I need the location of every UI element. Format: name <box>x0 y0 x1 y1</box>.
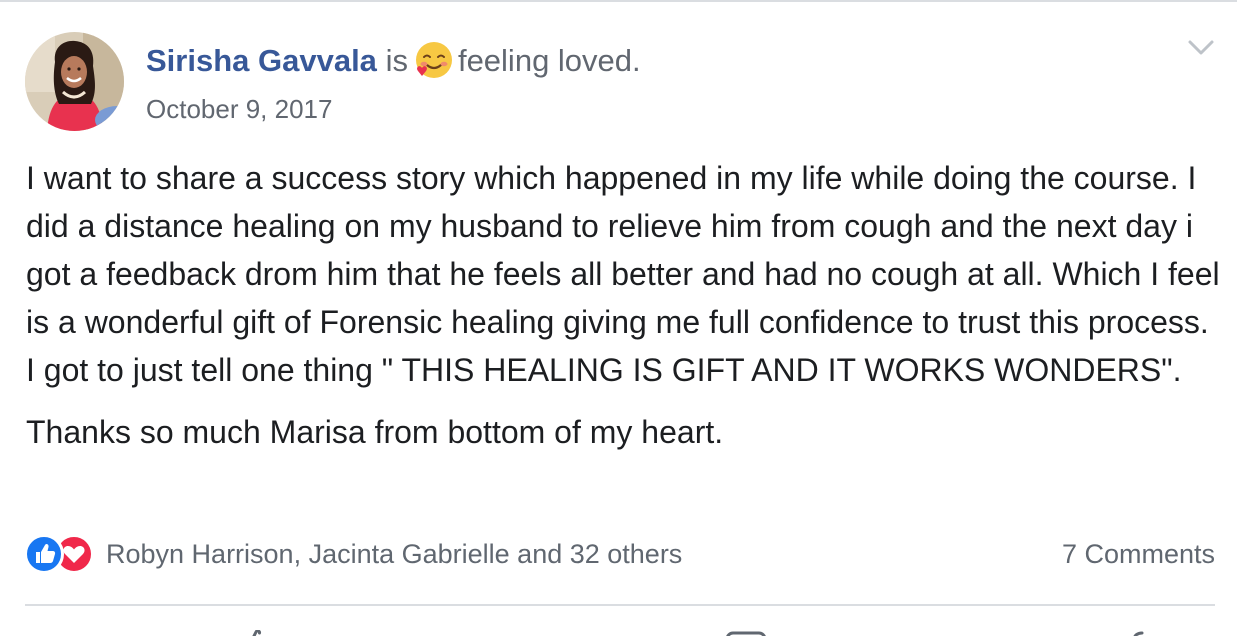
chevron-down-icon[interactable] <box>1186 36 1216 60</box>
feeling-text: feeling loved. <box>457 43 641 78</box>
post-date-link[interactable]: October 9, 2017 <box>146 92 332 126</box>
is-text: is <box>385 43 408 78</box>
post-paragraph: Thanks so much Marisa from bottom of my … <box>26 414 724 450</box>
reactions-summary[interactable]: Robyn Harrison, Jacinta Gabrielle and 32… <box>24 534 682 574</box>
post-paragraph: I want to share a success story which ha… <box>26 160 1220 388</box>
comment-action-icon[interactable] <box>724 630 768 636</box>
like-icon <box>24 534 64 574</box>
post-header-line: Sirisha Gavvala is feeling loved. <box>146 40 641 81</box>
actions-divider <box>25 604 1215 606</box>
share-action-icon[interactable] <box>1126 630 1150 636</box>
comments-count-link[interactable]: 7 Comments <box>1062 536 1215 572</box>
author-name-link[interactable]: Sirisha Gavvala <box>146 43 377 78</box>
smiling-face-with-hearts-icon <box>414 40 454 80</box>
like-action-icon[interactable] <box>242 630 268 636</box>
reactors-text[interactable]: Robyn Harrison, Jacinta Gabrielle and 32… <box>106 539 682 570</box>
post-body: I want to share a success story which ha… <box>26 154 1221 456</box>
author-avatar[interactable] <box>25 32 124 131</box>
post-card: Sirisha Gavvala is feeling loved. Octobe… <box>0 0 1237 636</box>
